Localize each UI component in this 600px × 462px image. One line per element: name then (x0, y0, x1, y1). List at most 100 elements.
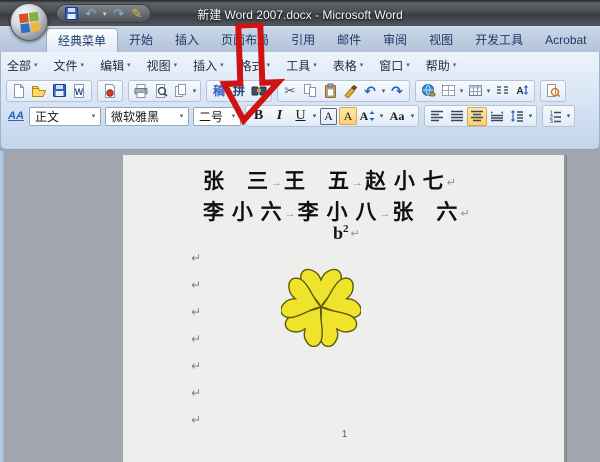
pencil-icon[interactable]: ✎ (131, 7, 142, 20)
style-select[interactable]: 正文▾ (29, 107, 101, 126)
justify-icon (450, 110, 464, 122)
line-spacing-dropdown-icon[interactable]: ▾ (527, 112, 534, 120)
word-document-button[interactable]: W (69, 81, 89, 100)
columns-button[interactable] (492, 81, 512, 100)
align-center-icon (470, 110, 484, 122)
tab-mark: → (352, 177, 363, 189)
text-direction-button[interactable]: A (512, 81, 532, 100)
distribute-button[interactable] (487, 107, 507, 126)
tab-mailings[interactable]: 邮件 (326, 28, 372, 52)
redo-icon[interactable]: ↷ (113, 7, 124, 20)
format-painter-button[interactable] (340, 81, 360, 100)
document-page[interactable]: 张 三→王 五→赵 小 七↵ 李 小 六→李 小 八→张 六↵ b2↵ ↵ ↵ … (123, 155, 566, 462)
print-preview-button[interactable] (151, 81, 171, 100)
redo-button[interactable]: ↷ (387, 81, 407, 100)
qat-more-icon[interactable]: ⌄ (200, 9, 207, 18)
align-left-icon (430, 110, 444, 122)
format-painter-icon (343, 83, 358, 98)
grow-font-dropdown-icon[interactable]: ▾ (378, 112, 385, 120)
ribbon-body: 全部▾ 文件▾ 编辑▾ 视图▾ 插入▾ 格式▾ 工具▾ 表格▾ 窗口▾ 帮助▾ … (0, 52, 600, 150)
undo-dropdown-icon[interactable]: ▾ (103, 10, 107, 18)
change-case-dropdown-icon[interactable]: ▾ (409, 112, 416, 120)
line-spacing-button[interactable] (507, 107, 527, 126)
new-document-icon (11, 83, 27, 99)
align-center-button[interactable] (467, 107, 487, 126)
red-arrow-annotation (210, 22, 298, 127)
svg-text:3: 3 (550, 119, 553, 123)
styles-pane-button[interactable]: AA (6, 107, 26, 126)
paragraph-mark: ↵ (460, 208, 469, 220)
styles-icon: AA (8, 111, 24, 122)
print-preview-icon (153, 83, 169, 99)
open-folder-icon (31, 83, 47, 99)
print-icon (133, 83, 149, 99)
tab-developer[interactable]: 开发工具 (464, 28, 534, 52)
pages-dropdown-icon[interactable]: ▾ (191, 87, 198, 95)
doc-line-3: b2↵ (333, 223, 362, 244)
print-button[interactable] (131, 81, 151, 100)
tables-borders-icon (441, 83, 456, 98)
line-spacing-icon (510, 110, 524, 122)
numbering-dropdown-icon[interactable]: ▾ (565, 112, 572, 120)
menu-all[interactable]: 全部▾ (7, 57, 38, 74)
paragraph-mark: ↵ (191, 278, 201, 305)
save-icon[interactable] (65, 7, 78, 20)
word-document-icon: W (71, 83, 87, 99)
insert-table-button[interactable] (465, 81, 485, 100)
office-button[interactable] (10, 3, 48, 41)
paste-button[interactable] (320, 81, 340, 100)
flower-shape[interactable] (281, 267, 361, 347)
doc-line-1: 张 三→王 五→赵 小 七↵ (203, 165, 458, 195)
menu-table[interactable]: 表格▾ (333, 57, 364, 74)
pages-icon (174, 83, 188, 98)
character-border-button[interactable]: A (320, 108, 337, 125)
grow-font-button[interactable]: A (357, 106, 378, 126)
undo-button[interactable]: ↶ (360, 81, 380, 100)
numbering-icon: 123 (548, 110, 562, 123)
tab-review[interactable]: 审阅 (372, 28, 418, 52)
change-case-button[interactable]: Aa (385, 106, 409, 126)
paragraph-marks-column: ↵ ↵ ↵ ↵ ↵ ↵ ↵ (191, 251, 201, 440)
pages-button[interactable] (171, 81, 191, 100)
tab-home[interactable]: 开始 (118, 28, 164, 52)
paste-icon (323, 83, 338, 99)
underline-dropdown-icon[interactable]: ▾ (311, 112, 318, 120)
align-left-button[interactable] (427, 107, 447, 126)
numbering-button[interactable]: 123 (545, 107, 565, 126)
undo-icon[interactable]: ↶ (85, 7, 96, 20)
open-button[interactable] (29, 81, 49, 100)
new-document-button[interactable] (9, 81, 29, 100)
svg-text:W: W (75, 87, 84, 97)
menu-file[interactable]: 文件▾ (54, 57, 85, 74)
tab-insert[interactable]: 插入 (164, 28, 210, 52)
zoom-document-icon (545, 83, 561, 98)
tables-borders-button[interactable] (438, 81, 458, 100)
menu-view[interactable]: 视图▾ (147, 57, 178, 74)
tab-mark: → (379, 208, 390, 220)
quick-access-toolbar: ↶ ▾ ↷ ✎ (56, 4, 151, 23)
menu-window[interactable]: 窗口▾ (379, 57, 410, 74)
copy-button[interactable] (300, 81, 320, 100)
paragraph-mark: ↵ (351, 228, 360, 240)
tab-acrobat[interactable]: Acrobat (534, 28, 597, 52)
permission-seal-icon (102, 83, 118, 99)
columns-icon (495, 84, 510, 97)
permission-button[interactable] (100, 81, 120, 100)
tab-view[interactable]: 视图 (418, 28, 464, 52)
tab-mark: → (285, 208, 296, 220)
zoom-document-button[interactable] (543, 81, 563, 100)
hyperlink-button[interactable] (418, 81, 438, 100)
justify-button[interactable] (447, 107, 467, 126)
menu-help[interactable]: 帮助▾ (426, 57, 457, 74)
tables-borders-dropdown-icon[interactable]: ▾ (458, 87, 465, 95)
insert-table-dropdown-icon[interactable]: ▾ (485, 87, 492, 95)
character-shading-button[interactable]: A (339, 107, 357, 125)
tab-classic-menu[interactable]: 经典菜单 (46, 28, 118, 52)
menu-edit[interactable]: 编辑▾ (100, 57, 131, 74)
undo-dropdown-icon[interactable]: ▾ (380, 87, 387, 95)
doc-line-2: 李 小 六→李 小 八→张 六↵ (203, 196, 472, 226)
font-select[interactable]: 微软雅黑▾ (105, 107, 189, 126)
undo-icon: ↶ (364, 84, 376, 98)
word-window: 新建 Word 2007.docx - Microsoft Word ↶▾ ↷ … (0, 0, 600, 462)
save-button[interactable] (49, 81, 69, 100)
